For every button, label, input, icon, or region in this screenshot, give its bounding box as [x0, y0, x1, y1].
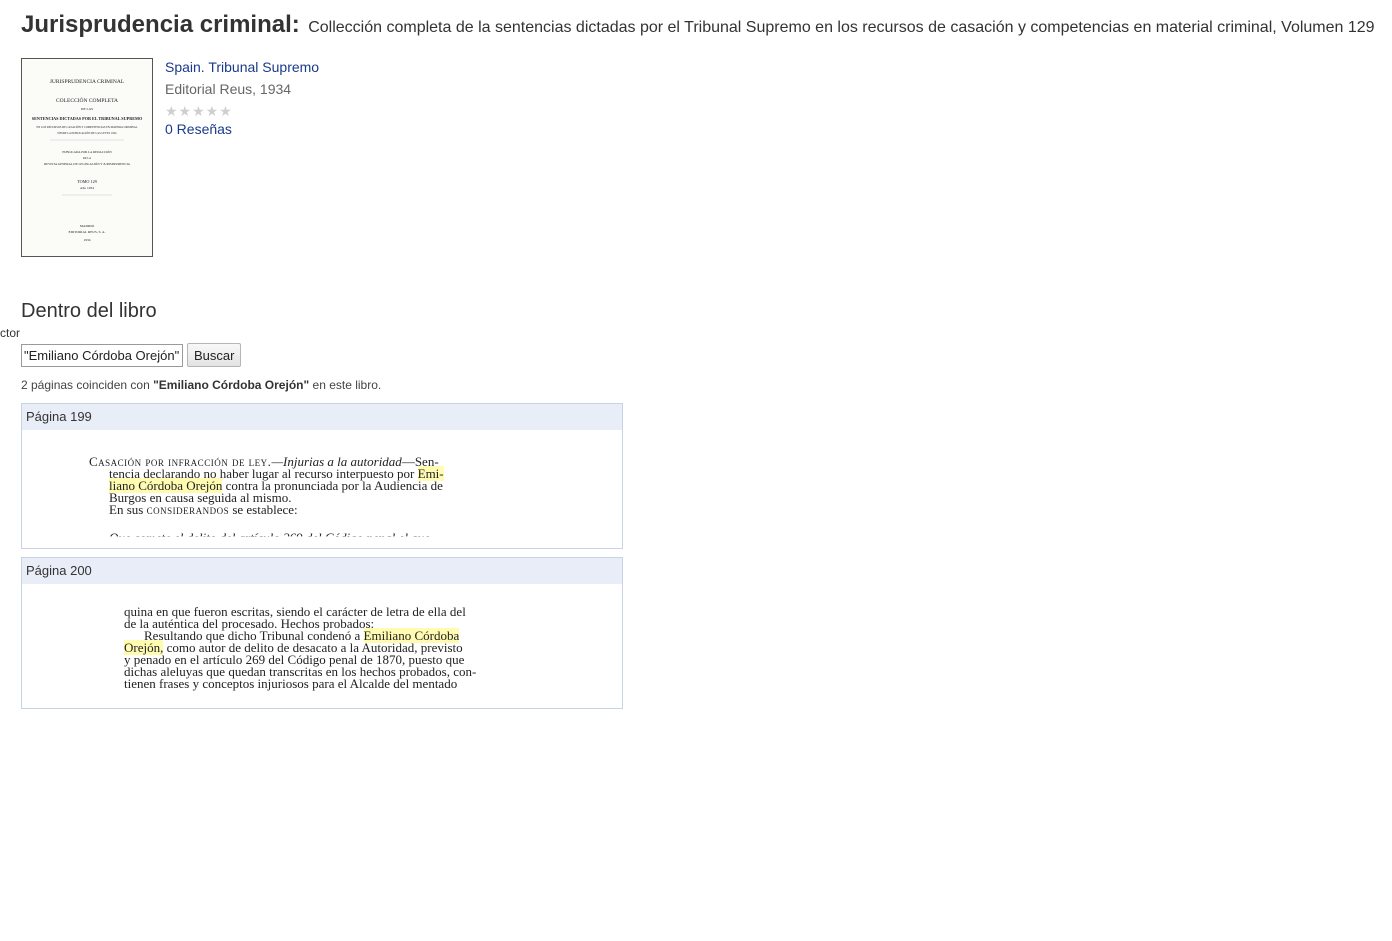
book-title: Jurisprudencia criminal:: [21, 11, 300, 38]
result-page-label[interactable]: Página 200: [22, 558, 622, 584]
cover-line: SENTENCIAS DICTADAS POR EL TRIBUNAL SUPR…: [32, 116, 143, 121]
snippet-line: En sus considerandos se establece:: [109, 502, 298, 517]
cover-line: REVISTA GENERAL DE LEGISLACIÓN Y JURISPR…: [44, 161, 131, 166]
publisher-info: Editorial Reus, 1934: [165, 81, 292, 97]
cover-scan: JURISPRUDENCIA CRIMINAL COLECCIÓN COMPLE…: [32, 79, 143, 242]
cover-line: DE LA: [83, 157, 91, 160]
cover-line: 1934: [84, 238, 91, 242]
rating-stars[interactable]: ★★★★★: [165, 103, 319, 121]
search-result[interactable]: Página 200 quina en que fueron escritas,…: [21, 557, 623, 709]
cover-line: Año 1934: [80, 186, 94, 190]
search-form: Buscar: [21, 343, 242, 367]
cover-line: EN LOS RECURSOS DE CASACIÓN Y COMPETENCI…: [37, 126, 138, 129]
cover-line: PUBLICADA POR LA REDACCIÓN: [62, 149, 112, 154]
summary-suffix: en este libro.: [312, 378, 382, 392]
cover-line: TOMO 129: [77, 179, 97, 184]
side-label: ctor: [0, 326, 21, 340]
summary-query: "Emiliano Córdoba Orejón": [153, 378, 310, 392]
author-link[interactable]: Spain. Tribunal Supremo: [165, 59, 319, 75]
reviews-link[interactable]: 0 Reseñas: [165, 121, 232, 137]
cover-line: DESDE LA PUBLICACIÓN DE LAS LEYES 1934: [58, 132, 117, 135]
cover-line: EDITORIAL REUS, S. A.: [69, 230, 106, 235]
page-header: Jurisprudencia criminal: Collección comp…: [21, 11, 1375, 39]
search-result[interactable]: Página 199 Casación por infracción de le…: [21, 403, 623, 549]
book-subtitle: Collección completa de la sentencias dic…: [308, 19, 1375, 36]
page-snippet[interactable]: Casación por infracción de ley.—Injurias…: [22, 430, 622, 548]
cover-line: DE LAS: [81, 107, 93, 111]
section-title: Dentro del libro: [21, 300, 157, 322]
search-input[interactable]: [21, 343, 183, 367]
snippet-line: Que comete el delito del artículo 269 de…: [109, 530, 430, 545]
book-cover-image[interactable]: JURISPRUDENCIA CRIMINAL COLECCIÓN COMPLE…: [21, 58, 153, 257]
cover-line: MADRID: [80, 224, 95, 228]
cover-line: JURISPRUDENCIA CRIMINAL: [50, 79, 125, 85]
summary-prefix: 2 páginas coinciden con: [21, 378, 150, 392]
cover-line: COLECCIÓN COMPLETA: [56, 96, 118, 104]
search-button[interactable]: Buscar: [187, 343, 242, 367]
book-meta: Spain. Tribunal Supremo Editorial Reus, …: [165, 59, 319, 143]
page-snippet[interactable]: quina en que fueron escritas, siendo el …: [22, 584, 622, 708]
result-summary: 2 páginas coinciden con "Emiliano Córdob…: [21, 378, 381, 392]
result-page-label[interactable]: Página 199: [22, 404, 622, 430]
snippet-line: tienen frases y conceptos injuriosos par…: [124, 676, 458, 691]
